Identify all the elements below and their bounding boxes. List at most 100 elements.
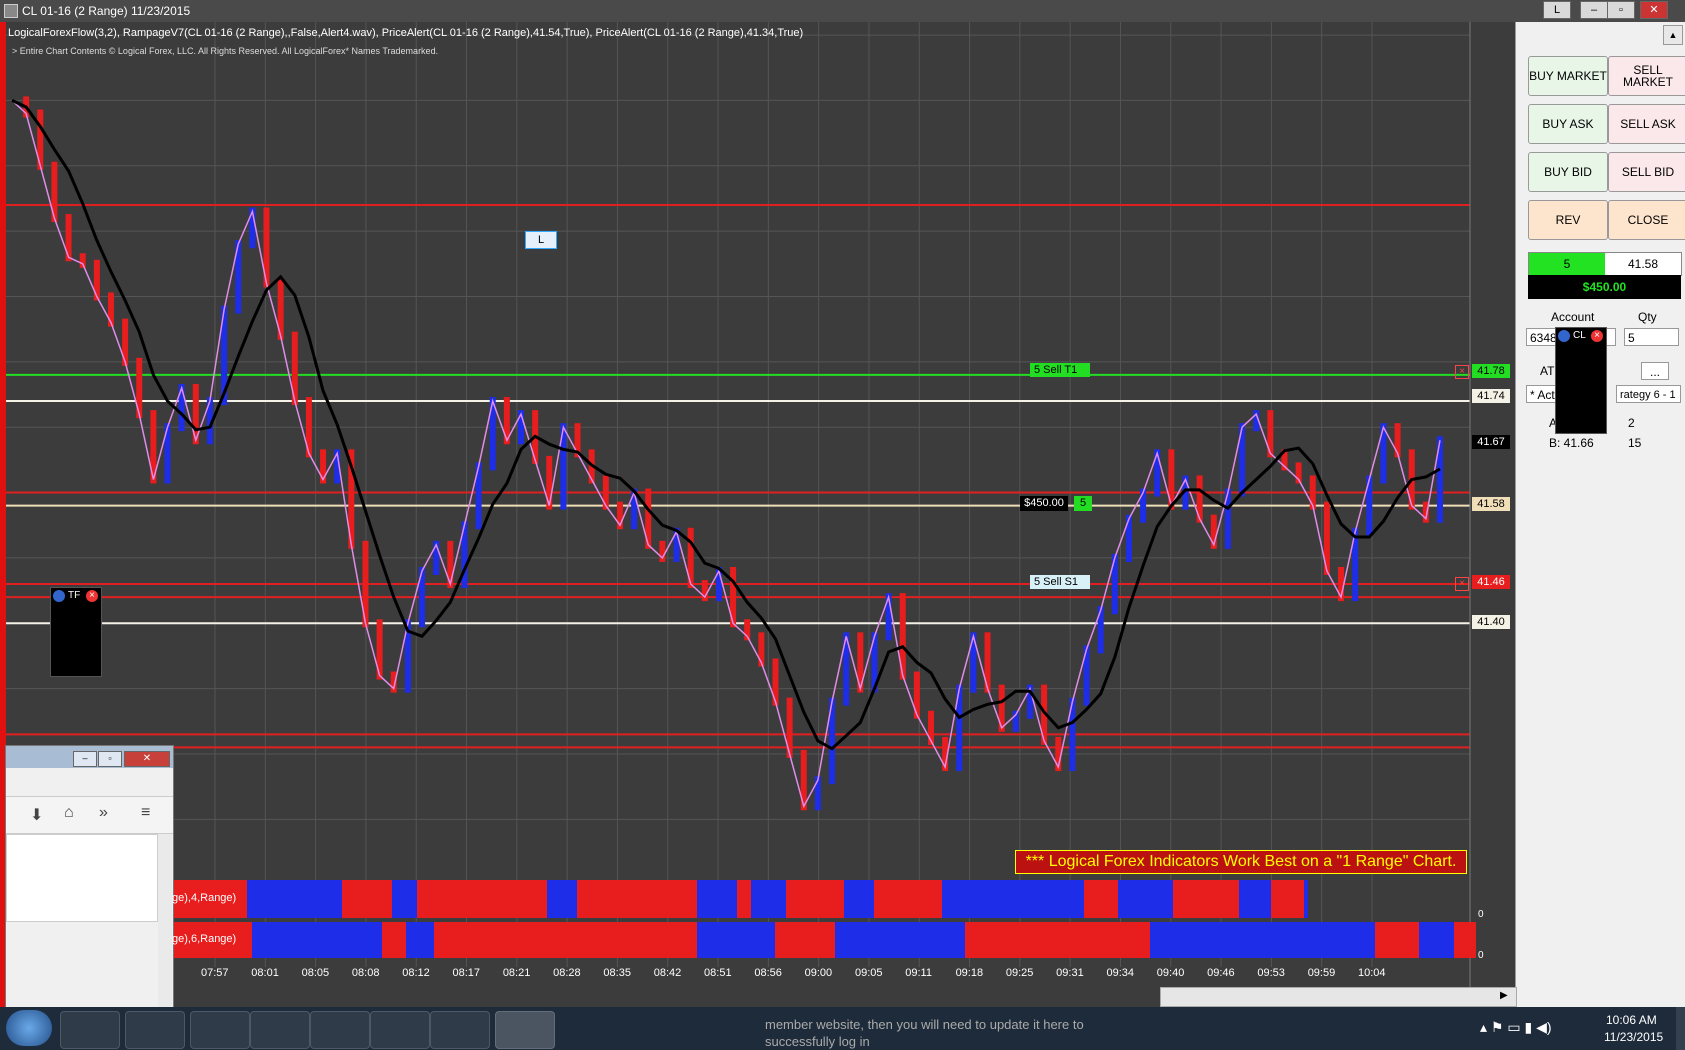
atm-strategy-select-tail[interactable]: rategy 6 - 1 bbox=[1616, 385, 1681, 403]
price-bar bbox=[913, 671, 920, 719]
popup-scrollbar[interactable] bbox=[158, 834, 172, 1007]
position-avg-price: 41.58 bbox=[1605, 253, 1681, 275]
price-bar bbox=[1154, 449, 1161, 497]
sell-market-button[interactable]: SELL MARKET bbox=[1608, 56, 1685, 96]
x-tick-label: 09:11 bbox=[905, 967, 932, 979]
price-tag-white-lower: 41.40 bbox=[1472, 615, 1510, 629]
clock-time[interactable]: 10:06 AM bbox=[1606, 1013, 1657, 1027]
flow-band-segment bbox=[965, 922, 1150, 958]
l-marker[interactable]: L bbox=[525, 231, 557, 249]
flow-band-segment bbox=[1454, 922, 1476, 958]
price-tag-t1: 41.78 bbox=[1472, 364, 1510, 378]
cancel-t1-icon[interactable]: × bbox=[1455, 365, 1469, 379]
x-tick-label: 07:57 bbox=[201, 967, 229, 979]
taskbar-app[interactable] bbox=[370, 1011, 430, 1049]
cl-close-icon[interactable]: × bbox=[1591, 330, 1603, 342]
popup-maximize-button[interactable]: ▫ bbox=[98, 751, 122, 767]
chart-hscrollbar[interactable] bbox=[1160, 987, 1517, 1007]
popup-minimize-button[interactable]: – bbox=[73, 751, 97, 767]
flow-band-segment bbox=[417, 880, 547, 918]
sell-bid-button[interactable]: SELL BID bbox=[1608, 152, 1685, 192]
buy-market-button[interactable]: BUY MARKET bbox=[1528, 56, 1608, 96]
link-button[interactable]: L bbox=[1543, 1, 1571, 19]
maximize-button[interactable]: ▫ bbox=[1607, 1, 1635, 19]
home-icon[interactable]: ⌂ bbox=[64, 804, 74, 822]
panel-scroll-up-icon[interactable]: ▲ bbox=[1663, 25, 1683, 45]
clock-date[interactable]: 11/23/2015 bbox=[1604, 1030, 1663, 1044]
flow-band-segment bbox=[252, 922, 382, 958]
taskbar-bg-text-2: successfully log in bbox=[765, 1034, 870, 1049]
x-tick-label: 08:21 bbox=[503, 967, 531, 979]
flow-band-segment bbox=[874, 880, 942, 918]
bid-label: B: 41.66 bbox=[1549, 436, 1594, 450]
position-qty-flag[interactable]: 5 bbox=[1074, 496, 1092, 511]
flow-band-segment bbox=[577, 880, 697, 918]
close-position-button[interactable]: CLOSE bbox=[1608, 200, 1685, 240]
more-icon[interactable]: » bbox=[99, 804, 108, 822]
x-tick-label: 09:00 bbox=[805, 967, 833, 979]
flow-band-segment bbox=[406, 922, 434, 958]
x-tick-label: 08:01 bbox=[251, 967, 279, 979]
x-tick-label: 08:17 bbox=[453, 967, 481, 979]
buy-ask-button[interactable]: BUY ASK bbox=[1528, 104, 1608, 144]
taskbar-explorer[interactable] bbox=[125, 1011, 185, 1049]
sell-t1-flag[interactable]: 5 Sell T1 bbox=[1030, 363, 1090, 377]
sell-ask-button[interactable]: SELL ASK bbox=[1608, 104, 1685, 144]
x-tick-label: 08:12 bbox=[402, 967, 430, 979]
floating-window[interactable]: – ▫ ✕ ⬇ ⌂ » ≡ bbox=[5, 745, 174, 1009]
flow-band-segment bbox=[697, 922, 775, 958]
minimize-button[interactable]: – bbox=[1580, 1, 1608, 19]
taskbar-media[interactable] bbox=[190, 1011, 250, 1049]
cl-widget-icon bbox=[1558, 330, 1570, 342]
cl-widget[interactable]: CL × bbox=[1555, 327, 1607, 434]
x-tick-label: 09:46 bbox=[1207, 967, 1235, 979]
band-label-2: ge),6,Range) bbox=[172, 933, 237, 945]
popup-content bbox=[6, 834, 158, 922]
popup-close-button[interactable]: ✕ bbox=[124, 751, 170, 767]
bid-size: 15 bbox=[1628, 436, 1642, 450]
indicator-line: LogicalForexFlow(3,2), RampageV7(CL 01-1… bbox=[8, 27, 804, 39]
chart-hscroll-right-icon[interactable]: ▶ bbox=[1500, 990, 1508, 1001]
atm-options-button[interactable]: ... bbox=[1641, 362, 1669, 380]
x-tick-label: 08:56 bbox=[754, 967, 782, 979]
x-tick-label: 09:34 bbox=[1106, 967, 1134, 979]
price-bar bbox=[1125, 514, 1132, 562]
tray-icons[interactable]: ▴ ⚑ ▭ ▮ ◀) bbox=[1480, 1019, 1552, 1036]
x-tick-label: 09:53 bbox=[1257, 967, 1285, 979]
taskbar-photos[interactable] bbox=[310, 1011, 370, 1049]
price-chart[interactable]: 42.3042.2042.1042.0041.9041.8041.7041.60… bbox=[0, 22, 1607, 1007]
download-icon[interactable]: ⬇ bbox=[30, 805, 43, 825]
flow-band-segment bbox=[1084, 880, 1118, 918]
taskbar-firefox[interactable] bbox=[60, 1011, 120, 1049]
x-tick-label: 08:28 bbox=[553, 967, 581, 979]
window-titlebar: CL 01-16 (2 Range) 11/23/2015 L – ▫ ✕ bbox=[0, 0, 1685, 22]
show-desktop-button[interactable] bbox=[1676, 1007, 1685, 1050]
position-pnl-flag: $450.00 bbox=[1020, 496, 1068, 511]
tf-widget[interactable]: TF × bbox=[50, 587, 102, 677]
close-window-button[interactable]: ✕ bbox=[1640, 1, 1668, 19]
qty-stepper[interactable]: 5 bbox=[1624, 328, 1679, 346]
sell-s1-flag[interactable]: 5 Sell S1 bbox=[1030, 575, 1090, 589]
reverse-button[interactable]: REV bbox=[1528, 200, 1608, 240]
price-tag-s1: 41.46 bbox=[1472, 575, 1510, 589]
band-zero-1: 0 bbox=[1478, 909, 1484, 920]
price-bar bbox=[772, 658, 779, 706]
menu-icon[interactable]: ≡ bbox=[141, 804, 150, 822]
x-tick-label: 09:18 bbox=[956, 967, 984, 979]
tf-close-icon[interactable]: × bbox=[86, 590, 98, 602]
taskbar-ninjatrader[interactable] bbox=[430, 1011, 490, 1049]
price-tag-last: 41.67 bbox=[1472, 435, 1510, 449]
x-tick-label: 09:05 bbox=[855, 967, 883, 979]
band-label-1: ge),4,Range) bbox=[172, 892, 237, 904]
flow-band-segment bbox=[835, 922, 965, 958]
flow-band-1 bbox=[172, 880, 1447, 918]
account-label: Account bbox=[1551, 310, 1595, 324]
buy-bid-button[interactable]: BUY BID bbox=[1528, 152, 1608, 192]
unrealized-pnl: $450.00 bbox=[1528, 275, 1681, 299]
taskbar-skype[interactable] bbox=[250, 1011, 310, 1049]
cancel-s1-icon[interactable]: × bbox=[1455, 577, 1469, 591]
taskbar-bg-text-1: member website, then you will need to up… bbox=[765, 1017, 1084, 1032]
band-zero-2: 0 bbox=[1478, 950, 1484, 961]
start-button[interactable] bbox=[6, 1010, 52, 1046]
taskbar-active-app[interactable] bbox=[495, 1011, 555, 1049]
